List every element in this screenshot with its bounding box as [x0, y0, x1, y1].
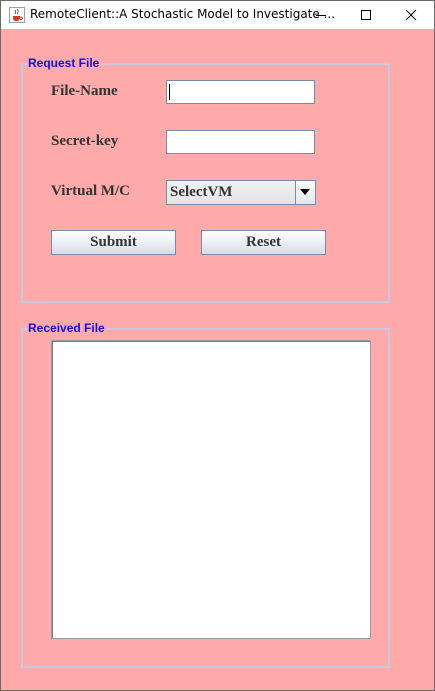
virtual-mc-select[interactable]: SelectVM [166, 180, 316, 205]
submit-button[interactable]: Submit [51, 230, 176, 255]
reset-button[interactable]: Reset [201, 230, 326, 255]
content-pane: Request File File-Name Secret-key Virtua… [1, 29, 434, 690]
text-caret [169, 84, 170, 100]
maximize-button[interactable] [343, 1, 389, 29]
dropdown-arrow-button[interactable] [295, 181, 315, 204]
virtual-mc-selected-value: SelectVM [170, 184, 233, 200]
secret-key-label: Secret-key [51, 133, 119, 149]
file-name-input[interactable] [166, 80, 315, 104]
request-file-title: Request File [28, 56, 102, 70]
title-bar[interactable]: RemoteClient::A Stochastic Model to Inve… [1, 1, 434, 29]
virtual-mc-label: Virtual M/C [51, 183, 131, 199]
maximize-icon [361, 10, 371, 20]
close-icon [405, 9, 417, 21]
window-title: RemoteClient::A Stochastic Model to Inve… [30, 7, 336, 21]
minimize-icon [316, 15, 326, 16]
received-file-textarea[interactable] [51, 340, 371, 639]
received-file-title: Received File [28, 321, 107, 335]
minimize-button[interactable] [298, 1, 344, 29]
close-button[interactable] [388, 1, 434, 29]
secret-key-input[interactable] [166, 130, 315, 154]
file-name-label: File-Name [51, 83, 118, 99]
chevron-down-icon [300, 189, 310, 195]
app-window: RemoteClient::A Stochastic Model to Inve… [0, 0, 435, 691]
java-cup-icon [9, 7, 25, 23]
